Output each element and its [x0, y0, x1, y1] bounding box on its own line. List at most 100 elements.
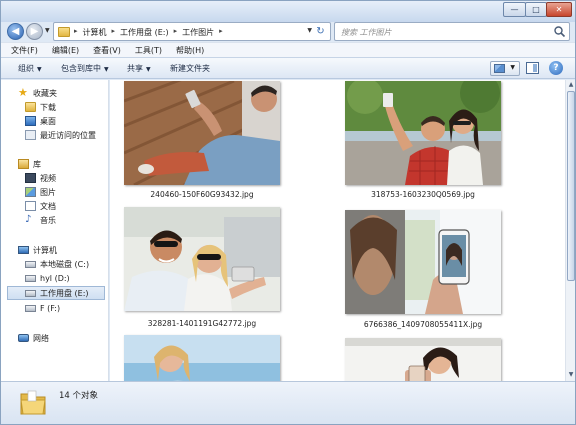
chevron-right-icon[interactable]: ▸ — [74, 27, 78, 38]
item-count: 14 个对象 — [59, 391, 99, 401]
share-button[interactable]: 共享 ▼ — [127, 63, 151, 74]
chevron-right-icon[interactable]: ▸ — [174, 27, 178, 38]
sidebar-item-label: 视频 — [40, 173, 56, 183]
breadcrumb: ▸ 计算机 ▸ 工作用盘 (E:) ▸ 工作图片 ▸ — [74, 27, 223, 38]
recent-pages-dropdown-icon[interactable]: ▼ — [45, 27, 50, 34]
sidebar-item-videos[interactable]: 视频 — [25, 171, 56, 185]
desktop-icon — [25, 116, 36, 126]
star-icon: ★ — [18, 86, 28, 99]
back-button[interactable]: ◀ — [7, 23, 24, 40]
address-dropdown-icon[interactable]: ▼ — [307, 27, 312, 34]
photo-couple-selfie — [345, 81, 501, 185]
sidebar-item-drive-c[interactable]: 本地磁盘 (C:) — [25, 257, 89, 271]
forward-button[interactable]: ▶ — [26, 23, 43, 40]
breadcrumb-work-pictures[interactable]: 工作图片 — [182, 27, 214, 38]
sidebar-item-computer[interactable]: 计算机 — [18, 243, 57, 257]
sidebar-item-label: 文档 — [40, 201, 56, 211]
chevron-right-icon[interactable]: ▸ — [219, 27, 223, 38]
photo-hand-holding-phone — [345, 210, 501, 314]
sidebar-item-pictures[interactable]: 图片 — [25, 185, 56, 199]
menu-file[interactable]: 文件(F) — [11, 45, 38, 56]
photo-man-with-phone — [124, 81, 280, 185]
navigation-pane: ★ 收藏夹 下载 桌面 最近访问的位置 库 视频 图片 文档 ♪ 音乐 计算机 … — [1, 80, 109, 381]
scroll-up-arrow-icon[interactable]: ▲ — [567, 81, 575, 90]
sidebar-item-label: F (F:) — [40, 303, 61, 313]
sidebar-item-label: 桌面 — [40, 116, 56, 126]
sidebar-item-music[interactable]: ♪ 音乐 — [25, 213, 56, 227]
explorer-window: — □ ✕ ◀ ▶ ▼ ▸ 计算机 ▸ 工作用盘 (E:) ▸ 工作图片 ▸ ▼… — [0, 0, 576, 425]
sidebar-item-label: 下载 — [40, 102, 56, 112]
file-name[interactable]: 6766386_1409708055411X.jpg — [340, 320, 506, 329]
file-thumbnail[interactable] — [124, 207, 280, 311]
view-thumbnails-icon — [494, 64, 505, 73]
drive-icon — [25, 289, 36, 297]
organize-label: 组织 — [18, 64, 34, 73]
chevron-down-icon[interactable]: ▼ — [510, 64, 515, 71]
file-thumbnail[interactable] — [345, 210, 501, 314]
file-name[interactable]: 240460-150F60G93432.jpg — [124, 190, 280, 199]
title-bar: — □ ✕ — [1, 1, 575, 22]
search-icon[interactable] — [553, 25, 566, 38]
minimize-button[interactable]: — — [503, 2, 526, 17]
include-in-library-button[interactable]: 包含到库中 ▼ — [61, 63, 109, 74]
sidebar-item-documents[interactable]: 文档 — [25, 199, 56, 213]
address-bar[interactable]: ▸ 计算机 ▸ 工作用盘 (E:) ▸ 工作图片 ▸ ▼ ↻ — [53, 22, 331, 41]
sidebar-item-drive-f[interactable]: F (F:) — [25, 301, 60, 315]
file-thumbnail[interactable] — [345, 338, 501, 381]
sidebar-item-label: 最近访问的位置 — [40, 130, 96, 140]
breadcrumb-computer[interactable]: 计算机 — [83, 27, 107, 38]
maximize-button[interactable]: □ — [525, 2, 547, 17]
file-thumbnail[interactable] — [345, 81, 501, 185]
scrollbar-thumb[interactable] — [567, 91, 575, 281]
file-thumbnail[interactable] — [124, 335, 280, 381]
sidebar-item-desktop[interactable]: 桌面 — [25, 114, 56, 128]
menu-tools[interactable]: 工具(T) — [135, 45, 162, 56]
chevron-down-icon: ▼ — [37, 66, 42, 73]
command-bar: 组织 ▼ 包含到库中 ▼ 共享 ▼ 新建文件夹 ▼ ? — [1, 57, 575, 79]
file-name[interactable]: 328281-1401191G42772.jpg — [124, 319, 280, 328]
sidebar-item-downloads[interactable]: 下载 — [25, 100, 56, 114]
include-library-label: 包含到库中 — [61, 64, 101, 73]
sidebar-item-label: 库 — [33, 159, 41, 169]
recent-places-icon — [25, 130, 36, 140]
sidebar-item-recent-places[interactable]: 最近访问的位置 — [25, 128, 96, 142]
folder-icon — [58, 27, 70, 37]
folder-icon — [20, 390, 46, 415]
close-button[interactable]: ✕ — [546, 2, 572, 17]
menu-help[interactable]: 帮助(H) — [176, 45, 204, 56]
sidebar-item-drive-d[interactable]: hyl (D:) — [25, 271, 70, 285]
sidebar-item-label: 图片 — [40, 187, 56, 197]
sidebar-item-drive-e[interactable]: 工作用盘 (E:) — [7, 286, 105, 300]
sidebar-item-libraries[interactable]: 库 — [18, 157, 41, 171]
photo-woman-beach — [124, 335, 280, 381]
menu-view[interactable]: 查看(V) — [93, 45, 121, 56]
refresh-icon[interactable]: ↻ — [314, 26, 327, 39]
vertical-scrollbar[interactable]: ▲ ▼ — [565, 80, 575, 381]
menu-edit[interactable]: 编辑(E) — [52, 45, 79, 56]
search-box[interactable]: 搜索 工作图片 — [334, 22, 570, 41]
file-list: 240460-150F60G93432.jpg 318753-1603230Q0… — [110, 80, 565, 381]
drive-icon — [25, 304, 36, 312]
new-folder-label: 新建文件夹 — [170, 64, 210, 73]
drive-icon — [25, 260, 36, 268]
chevron-right-icon[interactable]: ▸ — [112, 27, 116, 38]
menu-bar: 文件(F) 编辑(E) 查看(V) 工具(T) 帮助(H) — [1, 42, 575, 57]
sidebar-item-network[interactable]: 网络 — [18, 331, 49, 345]
library-icon — [18, 159, 29, 169]
sidebar-item-favorites[interactable]: ★ 收藏夹 — [18, 86, 57, 100]
navigation-bar: ◀ ▶ ▼ ▸ 计算机 ▸ 工作用盘 (E:) ▸ 工作图片 ▸ ▼ ↻ 搜索 … — [1, 21, 575, 43]
change-view-button[interactable]: ▼ — [490, 61, 520, 76]
network-icon — [18, 334, 29, 342]
search-input[interactable]: 搜索 工作图片 — [341, 27, 392, 38]
breadcrumb-drive-e[interactable]: 工作用盘 (E:) — [120, 27, 169, 38]
file-name[interactable]: 318753-1603230Q0569.jpg — [345, 190, 501, 199]
scroll-down-arrow-icon[interactable]: ▼ — [567, 371, 575, 380]
chevron-down-icon: ▼ — [104, 66, 109, 73]
preview-pane-icon[interactable] — [526, 62, 539, 74]
organize-button[interactable]: 组织 ▼ — [18, 63, 42, 74]
new-folder-button[interactable]: 新建文件夹 — [170, 63, 210, 74]
file-thumbnail[interactable] — [124, 81, 280, 185]
computer-icon — [18, 246, 29, 254]
help-icon[interactable]: ? — [549, 61, 563, 75]
sidebar-item-label: 收藏夹 — [33, 88, 57, 98]
